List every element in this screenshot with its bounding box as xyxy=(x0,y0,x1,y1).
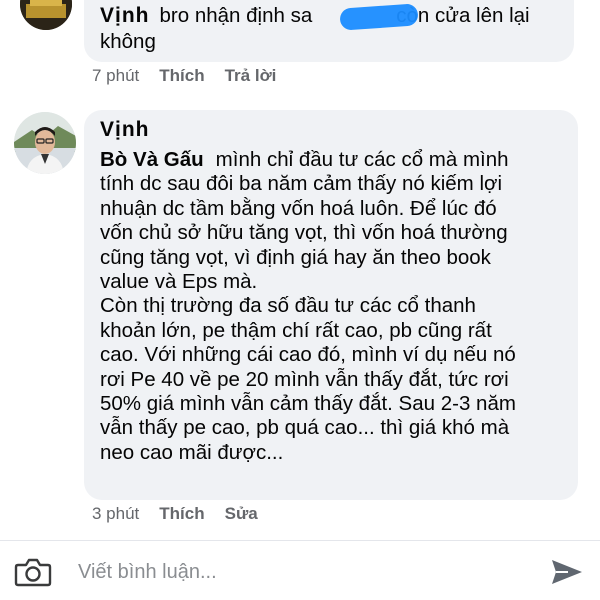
comment-timestamp[interactable]: 7 phút xyxy=(92,66,139,86)
comment-line: Bò Và Gấu mình chỉ đầu tư các cổ mà mình xyxy=(100,148,509,171)
comment-line: vốn chủ sở hữu tăng vọt, thì vốn hoá thư… xyxy=(100,221,508,245)
comment-author[interactable]: Vịnh xyxy=(100,4,150,27)
mention-tag[interactable]: Bò Và Gấu xyxy=(100,148,204,171)
like-button[interactable]: Thích xyxy=(159,504,204,524)
comment-line: Còn thị trường đa số đầu tư các cổ thanh xyxy=(100,294,476,318)
comment-author[interactable]: Vịnh xyxy=(100,118,150,142)
avatar[interactable] xyxy=(20,0,72,30)
comment-meta: 3 phút Thích Sửa xyxy=(92,504,258,524)
send-icon[interactable] xyxy=(550,557,584,587)
comment-text: Bò Và Gấu mình chỉ đầu tư các cổ mà mình … xyxy=(100,148,560,465)
comment-line: tính dc sau đôi ba năm cảm thấy nó kiếm … xyxy=(100,172,503,196)
comment-text: không xyxy=(100,30,156,53)
comment-line: nhuận dc tầm bằng vốn hoá luôn. Để lúc đ… xyxy=(100,196,497,220)
comment-composer xyxy=(0,540,600,600)
comment-input[interactable] xyxy=(78,556,518,588)
comment-line: 50% giá mình vẫn cảm thấy đắt. Sau 2-3 n… xyxy=(100,392,516,416)
camera-icon[interactable] xyxy=(14,557,52,587)
comment-meta: 7 phút Thích Trả lời xyxy=(92,66,276,86)
comment-line: cũng tăng vọt, vì định giá hay ăn theo b… xyxy=(100,245,491,269)
comment-first-line: Vịnh bro nhận định sa còn cửa lên lại xyxy=(100,4,530,28)
comment-timestamp[interactable]: 3 phút xyxy=(92,504,139,524)
comment-line: rơi Pe 40 về pe 20 mình vẫn thấy đắt, tứ… xyxy=(100,367,509,391)
comment-line: khoản lớn, pe thậm chí rất cao, pb cũng … xyxy=(100,318,492,342)
reply-button[interactable]: Trả lời xyxy=(225,66,277,86)
like-button[interactable]: Thích xyxy=(159,66,204,86)
comment-line: cao. Với những cái cao đó, mình ví dụ nế… xyxy=(100,343,516,367)
comment-line: neo cao mãi được... xyxy=(100,440,284,464)
comment-text: bro nhận định sa xyxy=(159,4,313,27)
avatar[interactable] xyxy=(14,112,76,174)
edit-button[interactable]: Sửa xyxy=(225,504,258,524)
avatar-image xyxy=(14,112,76,174)
comment-line: value và Eps mà. xyxy=(100,270,258,294)
avatar-image xyxy=(20,0,72,30)
comment-line: vẫn thấy pe cao, pb quá cao... thì giá k… xyxy=(100,416,510,440)
